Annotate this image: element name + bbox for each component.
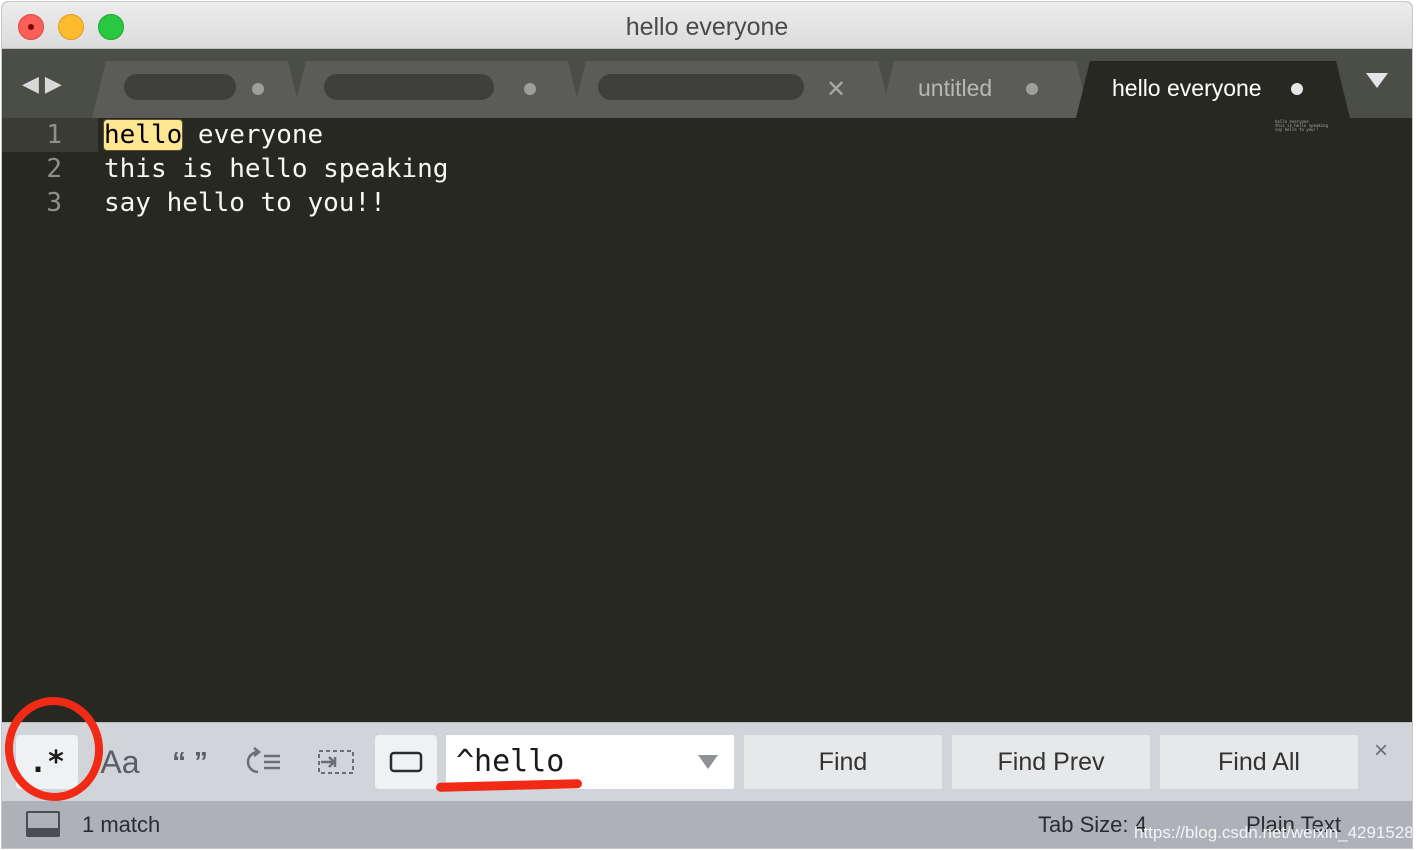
status-bar: 1 match Tab Size: 4 Plain Text https://b… xyxy=(2,801,1412,848)
tab-size-selector[interactable]: Tab Size: 4 xyxy=(1038,812,1147,838)
back-forward-arrows-icon[interactable]: ◀▶ xyxy=(22,71,68,97)
find-history-dropdown-icon[interactable] xyxy=(698,755,718,769)
tab-list-dropdown-icon[interactable] xyxy=(1366,73,1388,88)
close-tab-icon[interactable]: ✕ xyxy=(826,75,846,104)
text-line[interactable]: hello everyone xyxy=(104,118,448,152)
modified-dot-icon xyxy=(524,83,536,95)
line-number: 2 xyxy=(46,154,62,184)
modified-dot-icon xyxy=(1026,83,1038,95)
highlight-matches-icon xyxy=(389,751,423,773)
minimap[interactable]: hello everyone this is hello speaking sa… xyxy=(1275,120,1328,132)
line-number-gutter: 1 2 3 xyxy=(2,118,82,220)
find-all-button[interactable]: Find All xyxy=(1160,735,1358,789)
tab-label: untitled xyxy=(918,75,993,101)
text-line[interactable]: this is hello speaking xyxy=(104,152,448,186)
panel-toggle-icon[interactable] xyxy=(26,811,60,837)
redacted-tab-label xyxy=(324,74,494,100)
find-button[interactable]: Find xyxy=(744,735,942,789)
title-bar: hello everyone xyxy=(2,2,1412,49)
editor-window: hello everyone ◀▶ ✕ untitled hello every… xyxy=(2,2,1412,848)
search-match-highlight: hello xyxy=(104,120,183,150)
find-input[interactable] xyxy=(456,741,686,781)
close-find-panel-icon[interactable]: × xyxy=(1374,737,1388,765)
text-line[interactable]: say hello to you!! xyxy=(104,186,448,220)
wrap-toggle-button[interactable] xyxy=(242,735,286,789)
case-sensitive-toggle-button[interactable]: Aa xyxy=(98,735,142,789)
wrap-arrow-icon xyxy=(246,747,280,774)
find-prev-button[interactable]: Find Prev xyxy=(952,735,1150,789)
match-count: 1 match xyxy=(82,812,161,837)
tab-redacted-3[interactable]: ✕ xyxy=(572,61,892,118)
tab-label: hello everyone xyxy=(1112,75,1262,101)
line-number: 3 xyxy=(46,188,62,218)
redacted-tab-label xyxy=(598,74,804,100)
tab-bar: ◀▶ ✕ untitled hello everyone xyxy=(2,49,1412,118)
modified-dot-icon xyxy=(252,83,264,95)
in-selection-toggle-button[interactable] xyxy=(314,735,358,789)
find-panel: .* Aa “ ” ^hello Find Find Prev Find All… xyxy=(2,722,1412,801)
window-title: hello everyone xyxy=(625,13,789,41)
whole-word-toggle-button[interactable]: “ ” xyxy=(168,735,212,789)
in-selection-icon xyxy=(318,750,354,774)
redacted-tab-label xyxy=(124,74,236,100)
tab-redacted-2[interactable] xyxy=(292,61,582,118)
text-editor[interactable]: 1 2 3 hello everyone this is hello speak… xyxy=(2,118,1412,722)
line-text: everyone xyxy=(182,120,324,150)
text-content[interactable]: hello everyone this is hello speaking sa… xyxy=(104,118,448,220)
tab-untitled[interactable]: untitled xyxy=(880,61,1090,118)
modified-dot-icon xyxy=(1291,83,1303,95)
tab-redacted-1[interactable] xyxy=(92,61,302,118)
tab-hello-everyone[interactable]: hello everyone xyxy=(1076,61,1350,118)
watermark: https://blog.csdn.net/weixin_42915286 xyxy=(1134,823,1412,842)
highlight-matches-toggle-button[interactable] xyxy=(375,735,437,789)
line-number: 1 xyxy=(46,120,62,150)
